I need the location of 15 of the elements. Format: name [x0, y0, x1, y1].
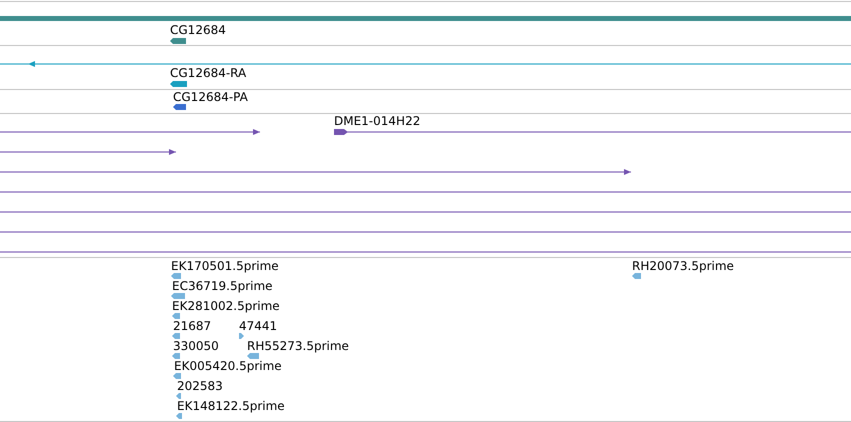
feature-label: EK170501.5prime [171, 259, 279, 273]
feature-label: EC36719.5prime [172, 279, 273, 293]
feature-label: DME1-014H22 [334, 114, 420, 128]
feature-label: EK148122.5prime [177, 399, 285, 413]
feature-label: 330050 [173, 339, 219, 353]
feature-label: EK005420.5prime [174, 359, 282, 373]
feature-label: RH55273.5prime [247, 339, 349, 353]
feature-label: 202583 [177, 379, 223, 393]
feature-label: 47441 [239, 319, 278, 333]
feature-label: RH20073.5prime [632, 259, 734, 273]
feature-label: CG12684 [170, 23, 226, 37]
feature-label: CG12684-RA [170, 66, 246, 80]
feature-label: EK281002.5prime [172, 299, 280, 313]
feature-label: CG12684-PA [173, 90, 248, 104]
feature-label: 21687 [173, 319, 212, 333]
